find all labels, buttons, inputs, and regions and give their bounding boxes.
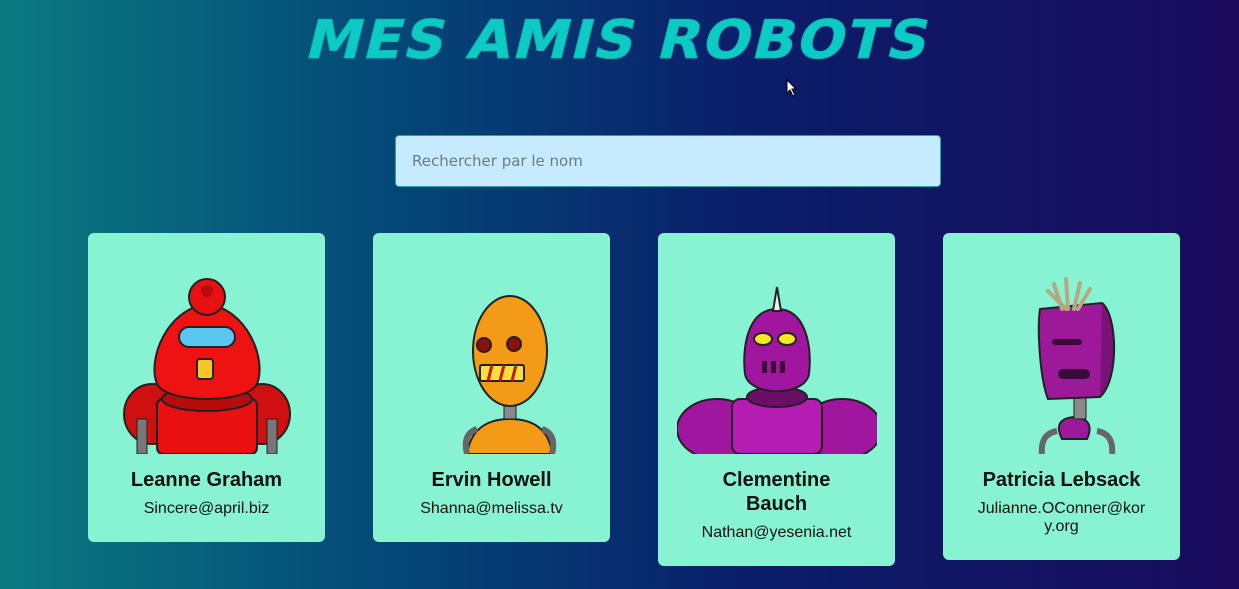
robot-avatar-image (1037, 277, 1115, 454)
robot-card[interactable]: Clementine Bauch Nathan@yesenia.net (658, 233, 895, 566)
robot-avatar-image (676, 286, 877, 454)
robot-avatar-image (122, 278, 291, 454)
robot-card[interactable]: Patricia Lebsack Julianne.OConner@kory.o… (943, 233, 1180, 560)
robot-name: Patricia Lebsack (982, 469, 1141, 491)
robot-name: Clementine Bauch (722, 469, 831, 515)
page-title: MES AMIS ROBOTS (300, 9, 939, 72)
robot-avatar-image (462, 295, 556, 454)
robot-name: Leanne Graham (130, 469, 283, 491)
robot-email: Nathan@yesenia.net (701, 524, 852, 541)
mouse-cursor-icon (786, 79, 798, 97)
search-input[interactable] (395, 135, 941, 187)
robot-email: Shanna@melissa.tv (420, 500, 563, 517)
robot-email: Sincere@april.biz (143, 500, 270, 517)
robot-email: Julianne.OConner@kory.org (977, 500, 1146, 535)
robot-card[interactable]: Ervin Howell Shanna@melissa.tv (373, 233, 610, 542)
robot-card[interactable]: Leanne Graham Sincere@april.biz (88, 233, 325, 542)
robot-name: Ervin Howell (431, 469, 552, 491)
